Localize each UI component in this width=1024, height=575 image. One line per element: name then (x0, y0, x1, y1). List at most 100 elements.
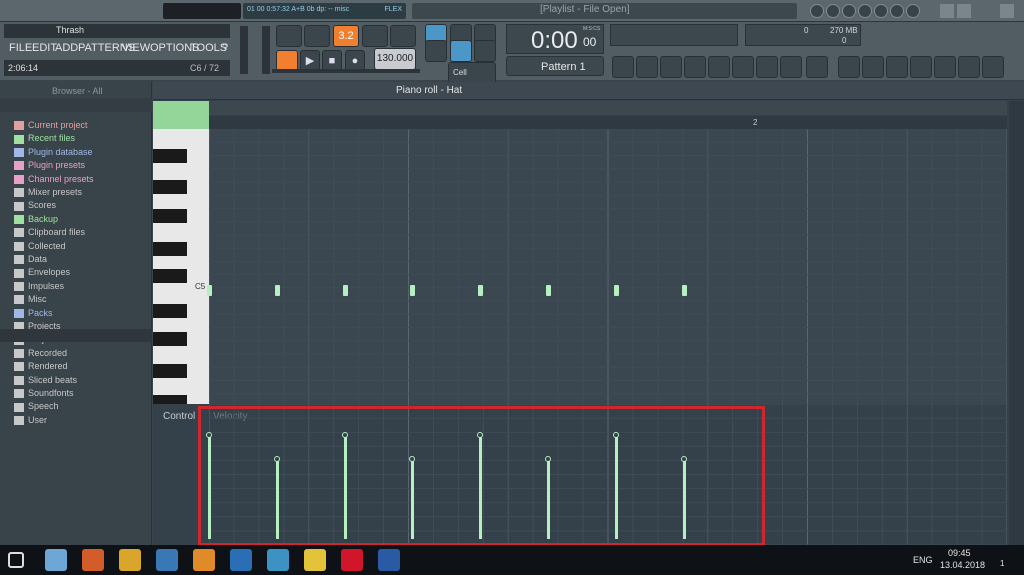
menu-help[interactable]: ? (222, 42, 228, 54)
scissors-icon[interactable] (862, 56, 884, 78)
browser-item[interactable]: Current project (14, 120, 88, 133)
menu-file[interactable]: FILE (9, 42, 32, 54)
wait-button[interactable] (304, 25, 330, 47)
plugin-picker-icon[interactable] (756, 56, 778, 78)
pattern-selector[interactable]: Pattern 1 (506, 56, 604, 76)
browser-item[interactable]: Recorded (14, 348, 67, 361)
piano-roll-icon[interactable] (660, 56, 682, 78)
stop-button[interactable] (858, 4, 872, 18)
song-position-slider[interactable] (272, 69, 420, 73)
app-icon-6[interactable] (230, 549, 252, 571)
back-button[interactable] (826, 4, 840, 18)
mixer-icon[interactable] (708, 56, 730, 78)
menu-add[interactable]: ADD (55, 42, 78, 54)
loop-record-button[interactable] (390, 25, 416, 47)
link-icon[interactable] (425, 40, 447, 62)
browser-item[interactable]: Clipboard files (14, 227, 85, 240)
note[interactable] (274, 285, 280, 296)
word-icon[interactable] (378, 549, 400, 571)
browser-item[interactable]: Collected (14, 241, 66, 254)
metronome-button[interactable] (276, 25, 302, 47)
blend-button[interactable] (362, 25, 388, 47)
windows-start-icon[interactable] (8, 552, 24, 568)
mic-icon[interactable] (886, 56, 908, 78)
record-button[interactable] (906, 4, 920, 18)
browser-item[interactable]: Misc (14, 294, 47, 307)
project-name[interactable]: Thrash (56, 25, 84, 35)
browser-item[interactable]: Speech (14, 401, 59, 414)
restore-icon[interactable] (957, 4, 971, 18)
time-display[interactable]: 0:00 00 M:S:CS (506, 24, 604, 54)
snap-select[interactable]: Cell (448, 62, 496, 84)
cut-icon[interactable] (780, 56, 802, 78)
minimize-icon[interactable] (940, 4, 954, 18)
menu-edit[interactable]: EDIT (32, 42, 57, 54)
black-key[interactable] (153, 149, 187, 163)
close-icon[interactable] (1000, 4, 1014, 18)
opera-icon[interactable] (341, 549, 363, 571)
app-icon-1[interactable] (45, 549, 67, 571)
browser-item[interactable]: Data (14, 254, 47, 267)
app-icon-2[interactable] (82, 549, 104, 571)
help-icon[interactable] (910, 56, 932, 78)
browser-item[interactable]: Mixer presets (14, 187, 82, 200)
black-key[interactable] (153, 242, 187, 256)
browser-item[interactable]: Sliced beats (14, 375, 77, 388)
language-indicator[interactable]: ENG (913, 555, 933, 565)
loop-button[interactable] (890, 4, 904, 18)
note[interactable] (613, 285, 619, 296)
playlist-icon[interactable] (612, 56, 634, 78)
app-icon-3[interactable] (119, 549, 141, 571)
step-sequencer-icon[interactable] (636, 56, 658, 78)
master-pitch-slider[interactable] (262, 26, 270, 74)
browser-item[interactable]: Backup (14, 214, 58, 227)
template-icon[interactable] (958, 56, 980, 78)
browser-item[interactable]: Scores (14, 200, 56, 213)
note[interactable] (478, 285, 484, 296)
black-key[interactable] (153, 180, 187, 194)
browser-item[interactable]: Channel presets (14, 174, 94, 187)
control-scrollbar[interactable] (1009, 404, 1024, 545)
browser-item[interactable]: Plugin presets (14, 160, 85, 173)
undo-icon[interactable] (838, 56, 860, 78)
browser-item[interactable]: Recent files (14, 133, 75, 146)
rewind-button[interactable] (810, 4, 824, 18)
horizontal-scrollbar[interactable] (209, 101, 1007, 115)
browser-item[interactable]: User (14, 415, 47, 428)
explorer-icon[interactable] (304, 549, 326, 571)
note[interactable] (207, 285, 212, 296)
fl-studio-icon[interactable] (193, 549, 215, 571)
note[interactable] (546, 285, 552, 296)
browser-icon[interactable] (732, 56, 754, 78)
timeline[interactable]: 2 (209, 116, 1007, 129)
black-key[interactable] (153, 304, 187, 318)
notification-count[interactable]: 1 (1000, 559, 1004, 568)
app-icon-7[interactable] (267, 549, 289, 571)
black-key[interactable] (153, 269, 187, 283)
black-key[interactable] (153, 364, 187, 378)
note[interactable] (342, 285, 348, 296)
forward-button[interactable] (874, 4, 888, 18)
app-icon-4[interactable] (156, 549, 178, 571)
menu-view[interactable]: VIEW (122, 42, 150, 54)
clock-time[interactable]: 09:45 (948, 548, 971, 558)
tempo-display[interactable]: 130.000 (374, 48, 416, 70)
save-icon[interactable] (934, 56, 956, 78)
play-mode-button[interactable]: 3.2 (333, 25, 359, 47)
note[interactable] (681, 285, 687, 296)
mixer-link-button[interactable] (474, 40, 496, 62)
play-button[interactable] (842, 4, 856, 18)
browser-item[interactable]: Rendered (14, 361, 68, 374)
black-key[interactable] (153, 209, 187, 223)
note[interactable] (410, 285, 416, 296)
master-volume-slider[interactable] (240, 26, 248, 74)
browser-item[interactable]: Soundfonts (14, 388, 74, 401)
browser-item[interactable]: Impulses (14, 281, 64, 294)
clock-date[interactable]: 13.04.2018 (940, 560, 985, 570)
video-icon[interactable] (806, 56, 828, 78)
browser-item[interactable]: Envelopes (14, 267, 70, 280)
black-key[interactable] (153, 332, 187, 346)
channel-rack-icon[interactable] (684, 56, 706, 78)
browser-item[interactable]: Plugin database (14, 147, 93, 160)
browser-item[interactable]: Packs (14, 308, 53, 321)
